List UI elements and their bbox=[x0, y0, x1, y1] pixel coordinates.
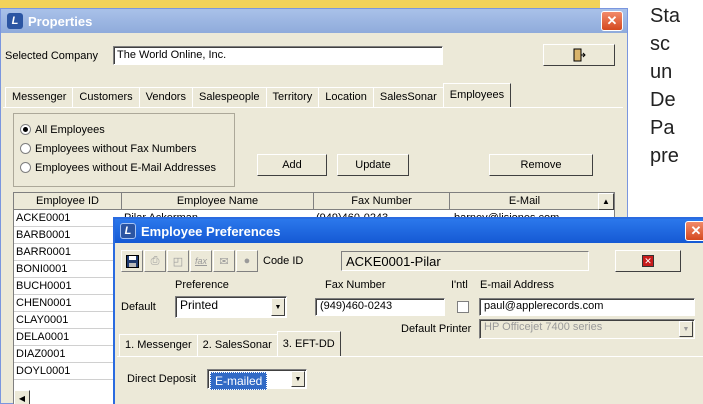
tab-vendors[interactable]: Vendors bbox=[138, 87, 193, 107]
column-header[interactable]: Employee ID bbox=[14, 193, 122, 209]
save-glyph bbox=[125, 254, 139, 268]
employee-filter-group: All Employees Employees without Fax Numb… bbox=[13, 113, 235, 187]
tab-territory[interactable]: Territory bbox=[265, 87, 320, 107]
employee-preferences-window: L Employee Preferences ✕ ⎙ ◰ fax ✉ ● Cod… bbox=[113, 217, 703, 404]
subtab-messenger[interactable]: 1. Messenger bbox=[119, 334, 198, 356]
update-button[interactable]: Update bbox=[337, 154, 409, 176]
tab-employees[interactable]: Employees bbox=[442, 83, 512, 107]
background-line: Sta bbox=[650, 5, 681, 27]
tab-customers[interactable]: Customers bbox=[72, 87, 140, 107]
direct-deposit-value: E-mailed bbox=[210, 372, 268, 390]
radio-all-employees[interactable] bbox=[20, 124, 31, 135]
properties-title-bar[interactable]: L Properties bbox=[1, 9, 627, 33]
background-strip bbox=[0, 0, 600, 8]
intl-header: I'ntl bbox=[451, 279, 468, 291]
tab-messenger[interactable]: Messenger bbox=[5, 87, 74, 107]
default-printer-dropdown[interactable]: HP Officejet 7400 series ▼ bbox=[479, 319, 695, 339]
default-printer-value: HP Officejet 7400 series bbox=[484, 321, 603, 333]
preference-header: Preference bbox=[175, 279, 229, 291]
column-header[interactable]: Employee Name bbox=[122, 193, 314, 209]
preference-value: Printed bbox=[180, 298, 219, 312]
print-icon[interactable]: ⎙ bbox=[144, 250, 166, 272]
filter-option[interactable]: Employees without E-Mail Addresses bbox=[14, 158, 234, 177]
fax-number-field[interactable]: (949)460-0243 bbox=[315, 298, 445, 316]
background-text: Sta sc un De Pa pre bbox=[650, 2, 703, 170]
close-icon[interactable]: ✕ bbox=[685, 221, 703, 241]
add-button[interactable]: Add bbox=[257, 154, 327, 176]
selected-company-label: Selected Company bbox=[5, 50, 98, 62]
tab-salespeople[interactable]: Salespeople bbox=[191, 87, 267, 107]
fax-number-header: Fax Number bbox=[325, 279, 386, 291]
subtab-eft-dd[interactable]: 3. EFT-DD bbox=[276, 331, 341, 357]
default-printer-label: Default Printer bbox=[401, 323, 472, 335]
app-logo-icon: L bbox=[120, 223, 136, 239]
chevron-down-icon[interactable]: ▼ bbox=[291, 371, 305, 387]
background-line: pre bbox=[650, 145, 679, 167]
subtab-salessonar[interactable]: 2. SalesSonar bbox=[196, 334, 278, 356]
background-line: Pa bbox=[650, 117, 675, 139]
chevron-down-icon[interactable]: ▼ bbox=[679, 321, 693, 337]
code-id-field[interactable]: ACKE0001-Pilar bbox=[341, 251, 589, 271]
table-header: Employee ID Employee Name Fax Number E-M… bbox=[14, 193, 614, 210]
close-icon[interactable]: ✕ bbox=[601, 11, 623, 31]
exit-button[interactable] bbox=[543, 44, 615, 66]
scroll-up-button[interactable]: ▲ bbox=[598, 193, 614, 210]
filter-label: Employees without Fax Numbers bbox=[35, 142, 197, 155]
employee-preferences-title: Employee Preferences bbox=[141, 223, 281, 239]
properties-title: Properties bbox=[28, 13, 93, 29]
fax-icon-label: fax bbox=[194, 256, 207, 266]
door-exit-icon bbox=[573, 48, 586, 62]
tab-panel-border bbox=[3, 107, 623, 108]
fax-icon[interactable]: fax bbox=[190, 250, 212, 272]
properties-tabs: Messenger Customers Vendors Salespeople … bbox=[5, 83, 512, 107]
code-id-label: Code ID bbox=[263, 255, 304, 267]
save-icon[interactable] bbox=[121, 250, 143, 272]
radio-no-email[interactable] bbox=[20, 162, 31, 173]
tab-location[interactable]: Location bbox=[318, 87, 374, 107]
chevron-down-icon[interactable]: ▼ bbox=[271, 298, 285, 316]
column-header[interactable]: Fax Number bbox=[314, 193, 450, 209]
email-icon[interactable]: ✉ bbox=[213, 250, 235, 272]
default-label: Default bbox=[121, 301, 156, 313]
delete-button[interactable]: ✕ bbox=[615, 250, 681, 272]
background-line: sc bbox=[650, 33, 670, 55]
employee-subtabs: 1. Messenger 2. SalesSonar 3. EFT-DD bbox=[119, 331, 341, 357]
email-address-field[interactable]: paul@applerecords.com bbox=[479, 298, 695, 316]
email-address-header: E-mail Address bbox=[480, 279, 554, 291]
scroll-left-button[interactable]: ◀ bbox=[14, 390, 30, 404]
background-line: De bbox=[650, 89, 676, 111]
app-logo-icon: L bbox=[7, 13, 23, 29]
intl-checkbox[interactable] bbox=[457, 301, 469, 313]
tab-salessonar[interactable]: SalesSonar bbox=[372, 87, 444, 107]
column-header[interactable]: E-Mail bbox=[450, 193, 600, 209]
employee-id: ACKE0001 bbox=[16, 212, 71, 224]
filter-label: All Employees bbox=[35, 123, 105, 136]
help-icon[interactable]: ● bbox=[236, 250, 258, 272]
radio-no-fax[interactable] bbox=[20, 143, 31, 154]
employee-preferences-title-bar[interactable]: L Employee Preferences bbox=[115, 219, 703, 243]
employee-toolbar: ⎙ ◰ fax ✉ ● Code ID bbox=[121, 249, 303, 273]
background-line: un bbox=[650, 61, 673, 83]
selected-company-row: Selected Company The World Online, Inc. bbox=[3, 44, 625, 68]
filter-label: Employees without E-Mail Addresses bbox=[35, 161, 216, 174]
subtab-panel-border bbox=[117, 356, 703, 357]
remove-button[interactable]: Remove bbox=[489, 154, 593, 176]
direct-deposit-dropdown[interactable]: E-mailed ▼ bbox=[207, 369, 307, 390]
filter-option[interactable]: Employees without Fax Numbers bbox=[14, 139, 234, 158]
direct-deposit-label: Direct Deposit bbox=[127, 373, 197, 385]
filter-option[interactable]: All Employees bbox=[14, 120, 234, 139]
preference-dropdown[interactable]: Printed ▼ bbox=[175, 296, 287, 318]
preview-icon[interactable]: ◰ bbox=[167, 250, 189, 272]
delete-icon: ✕ bbox=[642, 255, 654, 267]
selected-company-field[interactable]: The World Online, Inc. bbox=[113, 46, 443, 65]
